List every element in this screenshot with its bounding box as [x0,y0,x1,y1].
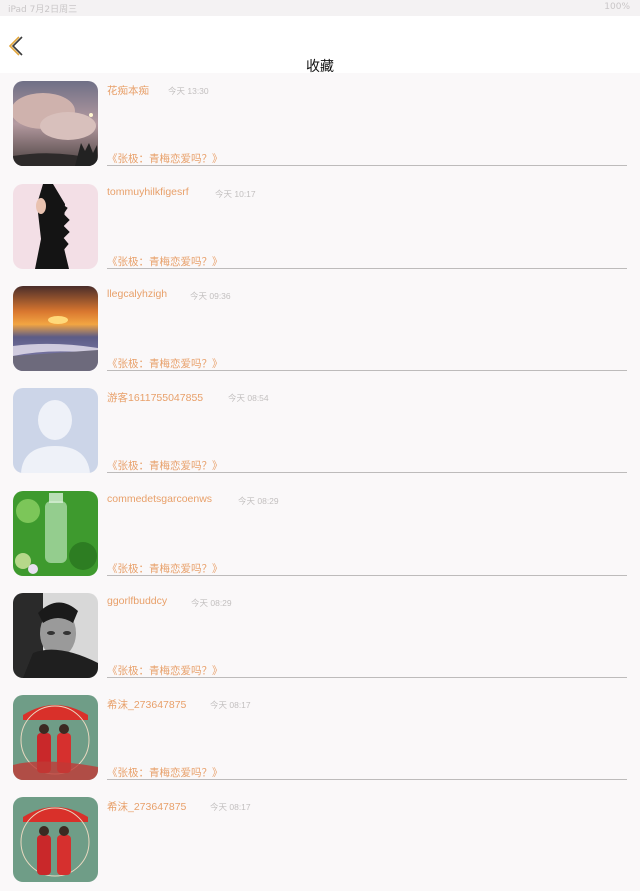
status-bar-battery: 100% [604,2,630,12]
user-name[interactable]: 希沫_273647875 [107,799,186,814]
list-item[interactable]: ggorlfbuddcy 今天 08:29 《张极：青梅恋爱吗？》 [0,585,640,687]
timestamp: 今天 08:29 [238,496,279,506]
work-title-link[interactable]: 《张极：青梅恋爱吗？》 [107,663,223,678]
timestamp: 今天 08:29 [191,598,232,608]
user-name[interactable]: tommuyhilkfigesrf [107,186,189,198]
user-name[interactable]: 希沫_273647875 [107,697,186,712]
user-name[interactable]: 游客1611755047855 [107,390,203,405]
work-title-link[interactable]: 《张极：青梅恋爱吗？》 [107,458,223,473]
work-title-link[interactable]: 《张极：青梅恋爱吗？》 [107,254,223,269]
work-title-link[interactable]: 《张极：青梅恋爱吗？》 [107,765,223,780]
timestamp: 今天 13:30 [168,86,209,96]
list-item[interactable]: tommuyhilkfigesrf 今天 10:17 《张极：青梅恋爱吗？》 [0,176,640,278]
list-item[interactable]: commedetsgarcoenws 今天 08:29 《张极：青梅恋爱吗？》 [0,483,640,585]
timestamp: 今天 08:17 [210,802,251,812]
nav-bar: 收藏 [0,16,640,75]
timestamp: 今天 10:17 [215,189,256,199]
avatar [13,593,98,678]
avatar [13,388,98,473]
user-name[interactable]: llegcalyhzigh [107,288,167,300]
user-name[interactable]: ggorlfbuddcy [107,595,167,607]
list-item[interactable]: 花痴本痴 今天 13:30 《张极：青梅恋爱吗？》 [0,73,640,175]
divider [107,268,627,269]
user-name[interactable]: 花痴本痴 [107,83,149,98]
avatar [13,184,98,269]
avatar [13,695,98,780]
timestamp: 今天 08:54 [228,393,269,403]
timestamp: 今天 08:17 [210,700,251,710]
list-item[interactable]: 希沫_273647875 今天 08:17 [0,789,640,891]
status-bar-left: iPad 7月2日周三 [8,5,78,15]
back-button[interactable] [4,34,28,58]
divider [107,677,627,678]
avatar [13,797,98,882]
work-title-link[interactable]: 《张极：青梅恋爱吗？》 [107,561,223,576]
timestamp: 今天 09:36 [190,291,231,301]
divider [107,472,627,473]
list-item[interactable]: 游客1611755047855 今天 08:54 《张极：青梅恋爱吗？》 [0,380,640,482]
work-title-link[interactable]: 《张极：青梅恋爱吗？》 [107,356,223,371]
avatar [13,286,98,371]
divider [107,575,627,576]
status-bar: iPad 7月2日周三 100% [0,0,640,16]
avatar [13,491,98,576]
chevron-left-icon [8,36,23,56]
divider [107,165,627,166]
divider [107,370,627,371]
list-item[interactable]: llegcalyhzigh 今天 09:36 《张极：青梅恋爱吗？》 [0,278,640,380]
divider [107,779,627,780]
avatar [13,81,98,166]
list-item[interactable]: 希沫_273647875 今天 08:17 《张极：青梅恋爱吗？》 [0,687,640,789]
user-name[interactable]: commedetsgarcoenws [107,493,212,505]
work-title-link[interactable]: 《张极：青梅恋爱吗？》 [107,151,223,166]
